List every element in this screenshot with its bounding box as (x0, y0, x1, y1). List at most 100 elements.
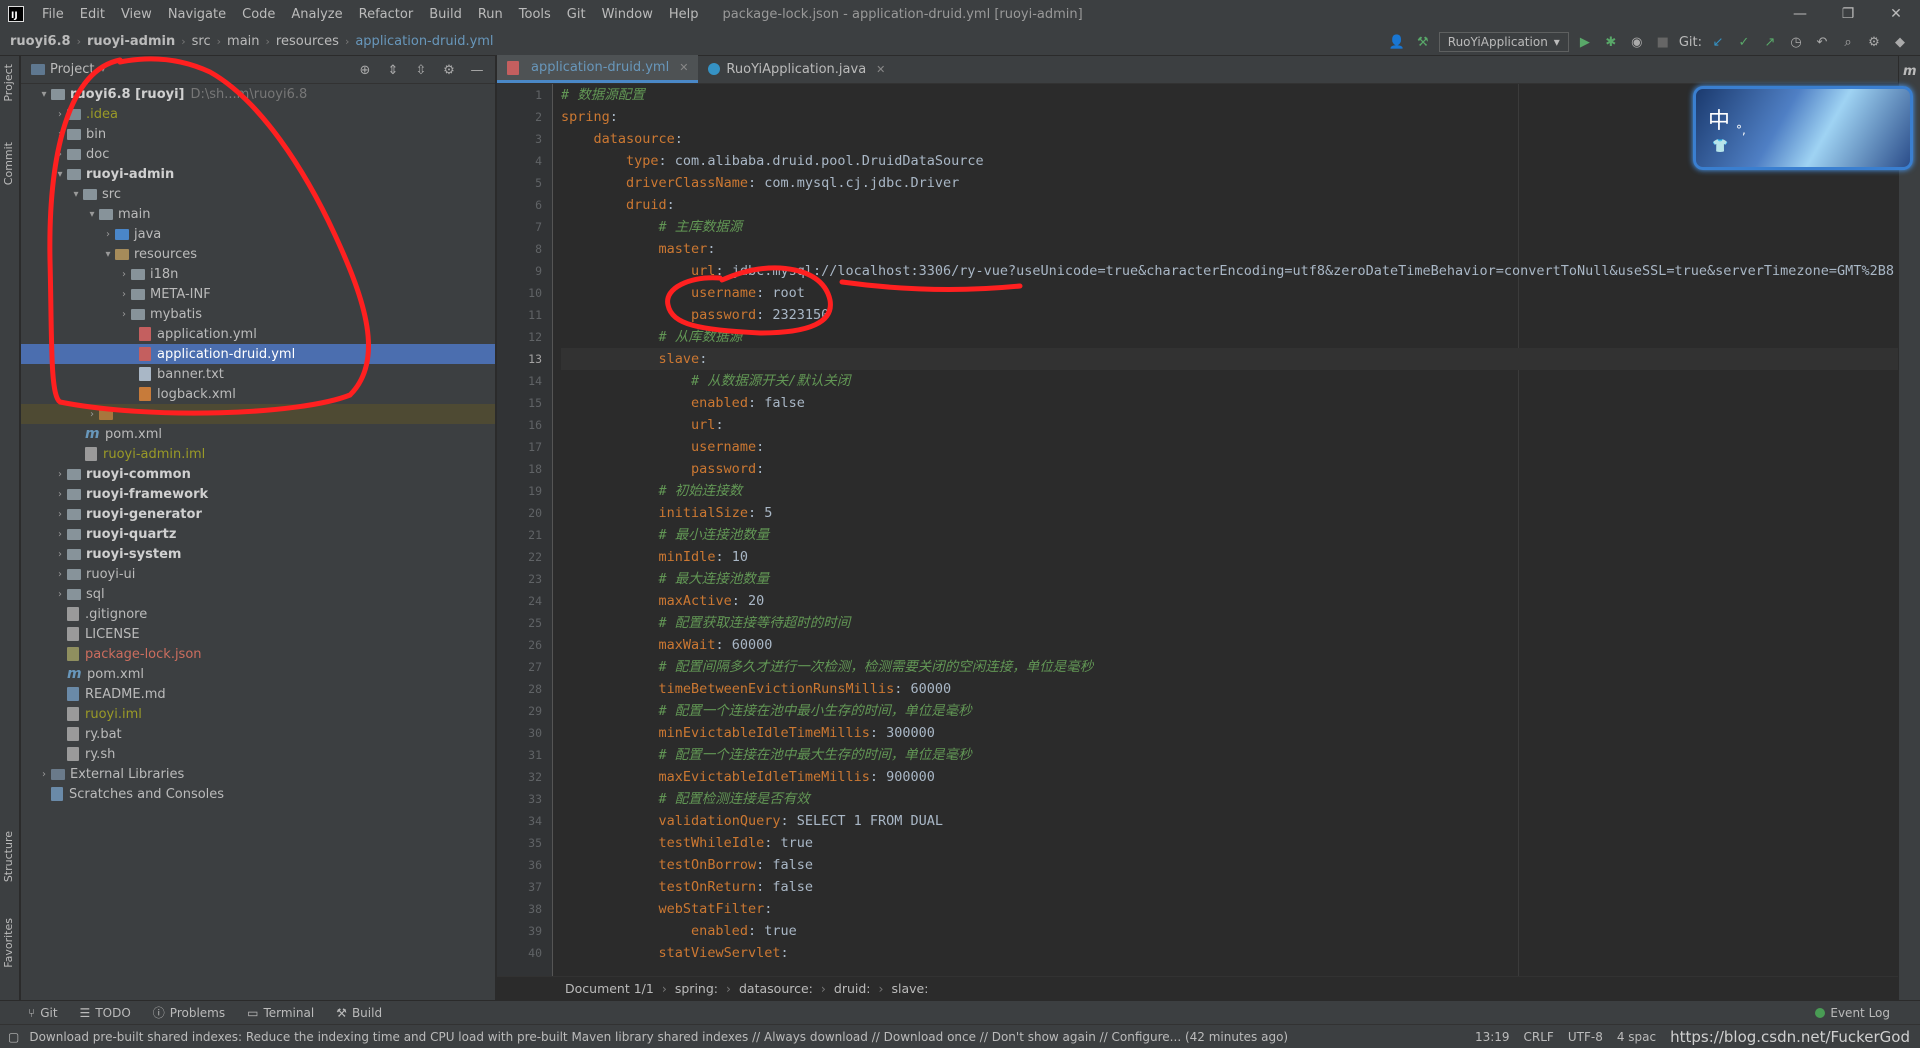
tree-item-scratches[interactable]: Scratches and Consoles (21, 784, 495, 804)
tree-item-main[interactable]: ▾ main (21, 204, 495, 224)
code-line[interactable]: # 主库数据源 (561, 216, 1898, 238)
tool-build[interactable]: ⚒ Build (336, 1006, 382, 1020)
git-update-icon[interactable]: ↙ (1708, 32, 1728, 52)
status-message[interactable]: Download pre-built shared indexes: Reduc… (29, 1030, 1288, 1044)
tab-favorites[interactable]: Favorites (2, 918, 15, 968)
tree-item-ry-bat[interactable]: ry.bat (21, 724, 495, 744)
locate-file-icon[interactable]: ⊕ (355, 60, 375, 80)
menu-tools[interactable]: Tools (511, 7, 559, 22)
code-line[interactable]: validationQuery: SELECT 1 FROM DUAL (561, 810, 1898, 832)
line-separator[interactable]: CRLF (1524, 1030, 1554, 1044)
breadcrumb-druid[interactable]: druid: (834, 981, 871, 996)
code-line[interactable]: password: (561, 458, 1898, 480)
code-line[interactable]: url: (561, 414, 1898, 436)
maven-icon[interactable]: m (1903, 64, 1917, 79)
code-line[interactable]: maxWait: 60000 (561, 634, 1898, 656)
code-line[interactable]: # 最大连接池数量 (561, 568, 1898, 590)
build-hammer-icon[interactable]: ⚒ (1413, 32, 1433, 52)
run-configuration-select[interactable]: RuoYiApplication ▾ (1438, 32, 1569, 52)
code-line[interactable]: driverClassName: com.mysql.cj.jdbc.Drive… (561, 172, 1898, 194)
code-line[interactable]: master: (561, 238, 1898, 260)
menu-edit[interactable]: Edit (72, 7, 113, 22)
tree-item-ruoyi-generator[interactable]: › ruoyi-generator (21, 504, 495, 524)
code-line[interactable]: testOnReturn: false (561, 876, 1898, 898)
breadcrumb-slave[interactable]: slave: (892, 981, 929, 996)
code-line[interactable]: enabled: false (561, 392, 1898, 414)
tab-commit[interactable]: Commit (2, 142, 15, 185)
ide-features-icon[interactable]: ◆ (1890, 32, 1910, 52)
menu-code[interactable]: Code (234, 7, 283, 22)
indent-setting[interactable]: 4 spac (1617, 1030, 1656, 1044)
code-line[interactable]: maxEvictableIdleTimeMillis: 900000 (561, 766, 1898, 788)
code-line[interactable]: # 最小连接池数量 (561, 524, 1898, 546)
tool-terminal[interactable]: ▭ Terminal (247, 1006, 314, 1020)
code-line[interactable]: slave: (561, 348, 1898, 370)
code-line[interactable]: # 从数据源开关/默认关闭 (561, 370, 1898, 392)
tree-item-package-lock-json[interactable]: package-lock.json (21, 644, 495, 664)
tab-project[interactable]: Project (2, 64, 15, 102)
code-editor[interactable]: 1 2 3 4 5 6 7 8 9 10 11 12 13 14 15 16 17 18 19 20 21 22 23 24 2… (497, 84, 1898, 976)
tree-item-sql[interactable]: › sql (21, 584, 495, 604)
code-line[interactable]: # 从库数据源 (561, 326, 1898, 348)
git-push-icon[interactable]: ↗ (1760, 32, 1780, 52)
nav-crumb-resources[interactable]: resources (276, 34, 339, 49)
code-line[interactable]: enabled: true (561, 920, 1898, 942)
tree-item-bin[interactable]: › bin (21, 124, 495, 144)
menu-git[interactable]: Git (559, 7, 594, 22)
maximize-button[interactable]: ❐ (1824, 0, 1872, 28)
debug-icon[interactable]: ✱ (1601, 32, 1621, 52)
tree-item-root[interactable]: ▾ ruoyi6.8 [ruoyi] D:\sh...m\ruoyi6.8 (21, 84, 495, 104)
code-line[interactable]: # 配置一个连接在池中最大生存的时间，单位是毫秒 (561, 744, 1898, 766)
tool-event-log[interactable]: Event Log (1815, 1006, 1890, 1020)
close-window-button[interactable]: ✕ (1872, 0, 1920, 28)
tab-structure[interactable]: Structure (2, 831, 15, 882)
code-line[interactable]: url: jdbc:mysql://localhost:3306/ry-vue?… (561, 260, 1898, 282)
search-icon[interactable]: ⌕ (1838, 32, 1858, 52)
code-line[interactable]: druid: (561, 194, 1898, 216)
code-line[interactable]: maxActive: 20 (561, 590, 1898, 612)
tree-item-doc[interactable]: › doc (21, 144, 495, 164)
code-line[interactable]: # 配置检测连接是否有效 (561, 788, 1898, 810)
menu-file[interactable]: File (34, 7, 72, 22)
menu-run[interactable]: Run (470, 7, 511, 22)
tree-item-ruoyi-quartz[interactable]: › ruoyi-quartz (21, 524, 495, 544)
tree-item-ruoyi-iml[interactable]: ruoyi.iml (21, 704, 495, 724)
run-icon[interactable]: ▶ (1575, 32, 1595, 52)
expand-all-icon[interactable]: ⇕ (383, 60, 403, 80)
tree-item-ruoyi-admin-iml[interactable]: ruoyi-admin.iml (21, 444, 495, 464)
nav-crumb-project[interactable]: ruoyi6.8 (10, 34, 71, 49)
tree-item-ruoyi-ui[interactable]: › ruoyi-ui (21, 564, 495, 584)
code-line[interactable]: testWhileIdle: true (561, 832, 1898, 854)
coverage-icon[interactable]: ◉ (1627, 32, 1647, 52)
code-line[interactable]: minIdle: 10 (561, 546, 1898, 568)
history-icon[interactable]: ◷ (1786, 32, 1806, 52)
menu-navigate[interactable]: Navigate (160, 7, 234, 22)
minimize-button[interactable]: — (1776, 0, 1824, 28)
code-line[interactable]: # 配置获取连接等待超时的时间 (561, 612, 1898, 634)
code-line[interactable]: minEvictableIdleTimeMillis: 300000 (561, 722, 1898, 744)
menu-analyze[interactable]: Analyze (283, 7, 350, 22)
menu-refactor[interactable]: Refactor (351, 7, 422, 22)
tree-item-i18n[interactable]: › i18n (21, 264, 495, 284)
tree-item-ruoyi-system[interactable]: › ruoyi-system (21, 544, 495, 564)
menu-help[interactable]: Help (661, 7, 707, 22)
breadcrumb-spring[interactable]: spring: (675, 981, 718, 996)
tree-item-target[interactable]: › (21, 404, 495, 424)
code-line[interactable]: # 配置间隔多久才进行一次检测，检测需要关闭的空闲连接，单位是毫秒 (561, 656, 1898, 678)
breadcrumb-document[interactable]: Document 1/1 (565, 981, 654, 996)
tree-item-license[interactable]: LICENSE (21, 624, 495, 644)
rollback-icon[interactable]: ↶ (1812, 32, 1832, 52)
tree-item-idea[interactable]: › .idea (21, 104, 495, 124)
tool-git[interactable]: ⑂ Git (28, 1006, 58, 1020)
code-line[interactable]: testOnBorrow: false (561, 854, 1898, 876)
code-line[interactable]: timeBetweenEvictionRunsMillis: 60000 (561, 678, 1898, 700)
options-gear-icon[interactable]: ⚙ (439, 60, 459, 80)
tree-item-banner-txt[interactable]: banner.txt (21, 364, 495, 384)
project-view-select[interactable]: Project (50, 62, 94, 77)
code-line[interactable]: webStatFilter: (561, 898, 1898, 920)
tab-ruoyiapplication-java[interactable]: RuoYiApplication.java ✕ (698, 55, 895, 83)
code-line[interactable]: password: 2323150 (561, 304, 1898, 326)
tree-item-ruoyi-admin[interactable]: ▾ ruoyi-admin (21, 164, 495, 184)
code-line[interactable]: # 初始连接数 (561, 480, 1898, 502)
file-encoding[interactable]: UTF-8 (1568, 1030, 1603, 1044)
